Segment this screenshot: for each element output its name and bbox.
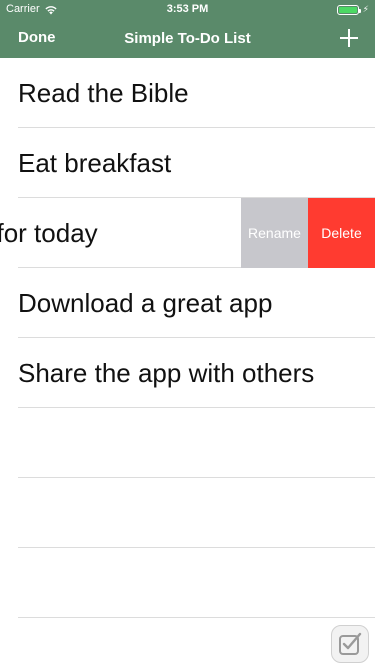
list-item-label: Make a list for today bbox=[0, 218, 98, 248]
list-item-swiped[interactable]: Make a list for today Rename Delete bbox=[0, 198, 375, 268]
done-button[interactable]: Done bbox=[18, 29, 56, 46]
row-divider bbox=[18, 617, 375, 618]
list-item[interactable]: Download a great app bbox=[0, 268, 375, 338]
empty-row bbox=[0, 408, 375, 478]
status-time: 3:53 PM bbox=[166, 3, 209, 15]
list-item-label: Eat breakfast bbox=[18, 148, 172, 178]
page-title: Simple To-Do List bbox=[124, 30, 251, 47]
list-item[interactable]: Eat breakfast bbox=[0, 128, 375, 198]
navigation-bar: Done Simple To-Do List bbox=[0, 20, 375, 58]
status-right: ⚡ bbox=[336, 4, 369, 15]
battery-fill bbox=[338, 6, 357, 13]
battery-icon bbox=[336, 4, 361, 15]
empty-row bbox=[0, 478, 375, 548]
list-item[interactable]: Share the app with others bbox=[0, 338, 375, 408]
empty-row bbox=[0, 548, 375, 618]
checkmark-icon bbox=[339, 632, 362, 655]
battery-cap bbox=[358, 8, 361, 13]
plus-icon[interactable] bbox=[337, 26, 361, 50]
list-item-label: Download a great app bbox=[18, 288, 273, 318]
screen: Carrier 3:53 PM ⚡ Done Simple To-Do List… bbox=[0, 0, 375, 667]
status-bar: Carrier 3:53 PM ⚡ bbox=[0, 0, 375, 20]
list-item-label: Read the Bible bbox=[18, 78, 189, 108]
list-item-label: Share the app with others bbox=[18, 358, 315, 388]
charging-bolt-icon: ⚡ bbox=[362, 4, 369, 14]
todo-list: Read the Bible Eat breakfast Make a list… bbox=[0, 58, 375, 667]
app-badge-icon bbox=[331, 625, 369, 663]
list-item[interactable]: Read the Bible bbox=[0, 58, 375, 128]
rename-button[interactable]: Rename bbox=[241, 198, 308, 268]
delete-button[interactable]: Delete bbox=[308, 198, 375, 268]
